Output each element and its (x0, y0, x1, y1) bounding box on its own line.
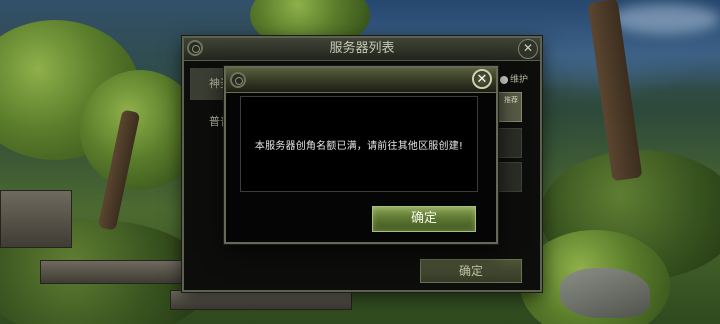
rock (560, 268, 650, 318)
ornament-icon (187, 40, 203, 56)
dialog-message: 本服务器创角名额已满，请前往其他区服创建! (254, 140, 464, 152)
cloud (610, 4, 720, 34)
wooden-fence (170, 290, 352, 310)
server-confirm-button[interactable]: 确定 (420, 259, 522, 283)
dialog-confirm-button[interactable]: 确定 (372, 206, 476, 232)
ornament-icon (230, 72, 246, 88)
maintenance-label: 维护 (510, 75, 529, 85)
dialog-header (226, 68, 496, 93)
server-list-title: 服务器列表 (184, 38, 540, 61)
dialog-message-box: 本服务器创角名额已满，请前往其他区服创建! (240, 96, 478, 192)
recommend-badge: 推荐 (504, 96, 518, 104)
wooden-fence (40, 260, 192, 284)
maintenance-legend: 维护 (500, 72, 528, 85)
maintenance-dot-icon (500, 75, 508, 84)
stone-fence (0, 190, 72, 248)
dialog-close-icon[interactable]: ✕ (472, 69, 492, 89)
notice-dialog: ✕ 本服务器创角名额已满，请前往其他区服创建! 确定 (224, 66, 498, 244)
close-icon[interactable]: ✕ (518, 39, 538, 59)
